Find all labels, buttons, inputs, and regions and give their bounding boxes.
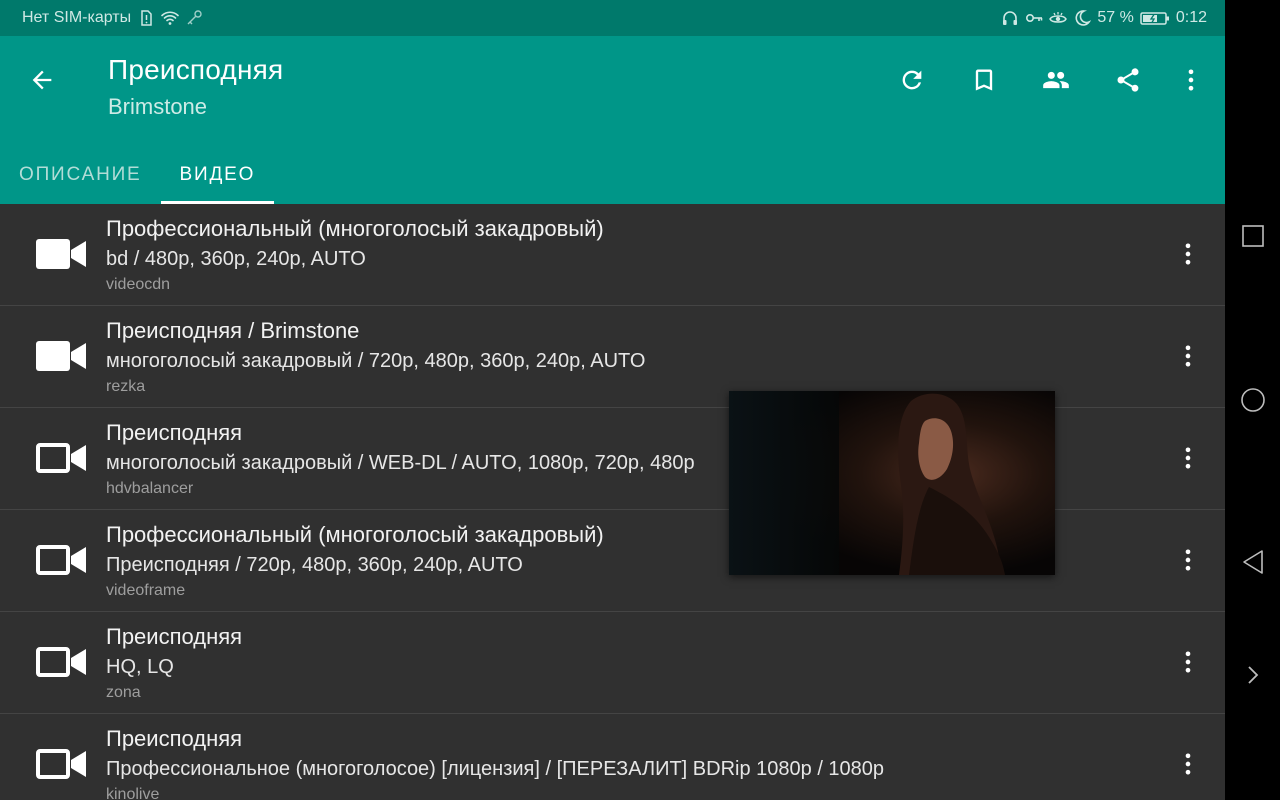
video-title: Преисподняя (106, 420, 243, 445)
video-details: HQ, LQ (106, 656, 174, 678)
list-item[interactable]: Профессиональный (многоголосый закадровы… (0, 204, 1225, 306)
tab-video[interactable]: ВИДЕО (160, 146, 275, 204)
video-details: bd / 480p, 360p, 240p, AUTO (106, 248, 366, 270)
video-source: videocdn (106, 276, 171, 293)
share-button[interactable] (1106, 58, 1150, 102)
video-title: Профессиональный (многоголосый закадровы… (106, 216, 604, 241)
more-vert-icon (1185, 243, 1191, 265)
video-source: rezka (106, 378, 146, 395)
eye-comfort-icon (1049, 9, 1068, 27)
app-window: Нет SIM-карты 57 % 0:12 Преисподняя Brim… (0, 0, 1225, 800)
headphones-icon (1001, 9, 1019, 27)
videocam-outline-icon (36, 749, 86, 779)
status-bar: Нет SIM-карты 57 % 0:12 (0, 0, 1225, 36)
video-title: Преисподняя (106, 624, 243, 649)
circle-icon (1240, 388, 1265, 412)
video-source: hdvbalancer (106, 480, 194, 497)
system-nav-bar (1225, 0, 1280, 800)
video-title: Преисподняя / Brimstone (106, 318, 360, 343)
video-details: Преисподняя / 720p, 480p, 360p, 240p, AU… (106, 554, 523, 576)
battery-charging-icon (1140, 9, 1170, 27)
preview-image (729, 391, 1055, 575)
videocam-filled-icon (36, 341, 86, 371)
video-details: многоголосый закадровый / 720p, 480p, 36… (106, 350, 646, 372)
bookmark-button[interactable] (962, 58, 1006, 102)
moon-icon (1073, 9, 1092, 27)
people-button[interactable] (1034, 58, 1078, 102)
arrow-back-icon (32, 70, 52, 90)
back-button[interactable] (22, 60, 62, 100)
battery-percent: 57 % (1097, 9, 1134, 26)
chevron-right-icon (1247, 666, 1258, 684)
bookmark-icon (975, 69, 993, 91)
share-icon (1117, 68, 1139, 92)
more-vert-icon (1185, 651, 1191, 673)
videocam-outline-icon (36, 647, 86, 677)
more-vert-icon (1188, 69, 1194, 91)
overflow-menu-button[interactable] (1169, 58, 1213, 102)
video-title: Профессиональный (многоголосый закадровы… (106, 522, 604, 547)
video-details: Профессиональное (многоголосое) [лицензи… (106, 758, 885, 780)
recents-button[interactable] (1225, 206, 1280, 266)
video-title: Преисподняя (106, 726, 243, 751)
videocam-filled-icon (36, 239, 86, 269)
item-menu-button[interactable] (1170, 334, 1206, 378)
more-vert-icon (1185, 345, 1191, 367)
tab-bar: ОПИСАНИЕ ВИДЕО (0, 146, 274, 204)
expand-nav-button[interactable] (1225, 645, 1280, 705)
video-source: videoframe (106, 582, 186, 599)
more-vert-icon (1185, 753, 1191, 775)
refresh-icon (902, 70, 922, 90)
item-menu-button[interactable] (1170, 742, 1206, 786)
clock: 0:12 (1175, 9, 1207, 26)
item-menu-button[interactable] (1170, 436, 1206, 480)
vpn-key-icon (185, 9, 203, 27)
square-icon (1241, 225, 1264, 247)
key-icon (1025, 9, 1043, 27)
page-subtitle: Brimstone (108, 94, 208, 119)
no-sim-icon (137, 9, 155, 27)
triangle-back-icon (1242, 550, 1263, 574)
home-button[interactable] (1225, 370, 1280, 430)
page-title: Преисподняя (108, 54, 284, 85)
video-source: zona (106, 684, 141, 701)
list-item[interactable]: Преисподняя Профессиональное (многоголос… (0, 714, 1225, 800)
back-nav-button[interactable] (1225, 532, 1280, 592)
video-preview-thumbnail[interactable] (729, 391, 1055, 575)
item-menu-button[interactable] (1170, 232, 1206, 276)
item-menu-button[interactable] (1170, 640, 1206, 684)
people-icon (1043, 71, 1069, 89)
more-vert-icon (1185, 447, 1191, 469)
app-bar: Преисподняя Brimstone ОПИСАНИЕ ВИДЕО (0, 36, 1225, 204)
refresh-button[interactable] (890, 58, 934, 102)
video-details: многоголосый закадровый / WEB-DL / AUTO,… (106, 452, 695, 474)
videocam-outline-icon (36, 443, 86, 473)
wifi-icon (161, 9, 179, 27)
carrier-label: Нет SIM-карты (22, 9, 132, 26)
item-menu-button[interactable] (1170, 538, 1206, 582)
video-source: kinolive (106, 786, 160, 800)
list-item[interactable]: Преисподняя HQ, LQ zona (0, 612, 1225, 714)
videocam-outline-icon (36, 545, 86, 575)
tab-description[interactable]: ОПИСАНИЕ (0, 146, 161, 204)
more-vert-icon (1185, 549, 1191, 571)
